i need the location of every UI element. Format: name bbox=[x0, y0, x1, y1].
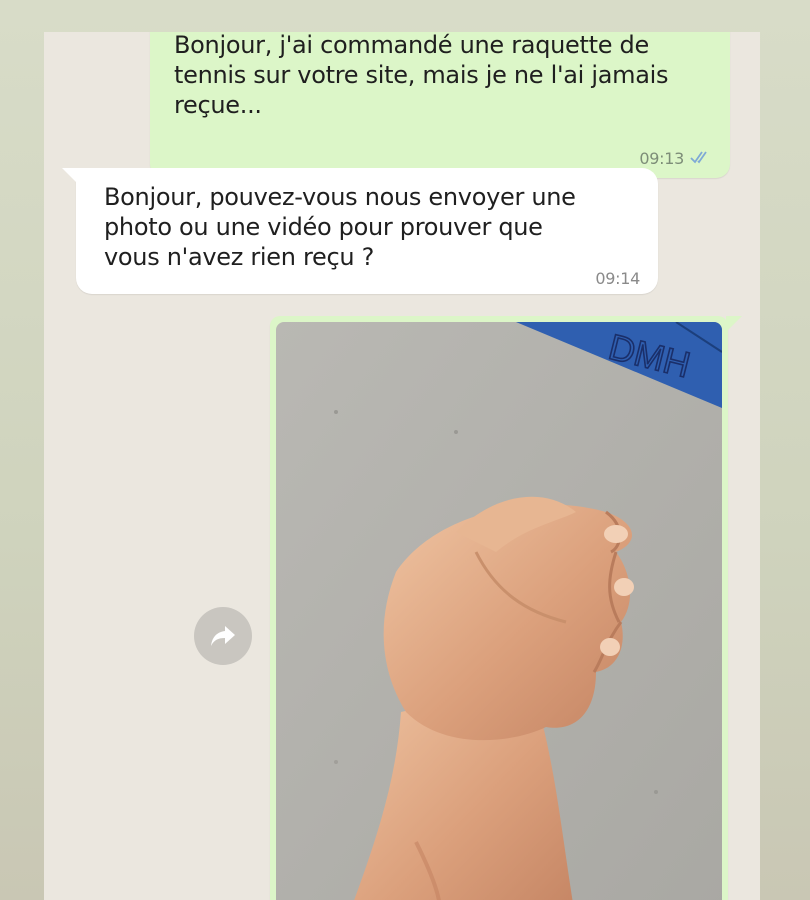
forward-button[interactable] bbox=[194, 607, 252, 665]
forward-icon bbox=[211, 626, 235, 646]
sent-message-text: Bonjour, j'ai commandé une raquette de t… bbox=[174, 32, 669, 119]
received-message-text: Bonjour, pouvez-vous nous envoyer une ph… bbox=[104, 183, 576, 271]
photo-message-bubble[interactable]: DMH bbox=[270, 316, 742, 900]
sent-message-bubble[interactable]: Bonjour, j'ai commandé une raquette de t… bbox=[150, 32, 730, 178]
received-message-bubble[interactable]: Bonjour, pouvez-vous nous envoyer une ph… bbox=[62, 168, 658, 294]
photo-attachment[interactable]: DMH bbox=[276, 322, 722, 900]
received-message-time: 09:14 bbox=[595, 269, 640, 288]
chat-window: Bonjour, j'ai commandé une raquette de t… bbox=[44, 32, 760, 900]
double-check-icon bbox=[690, 144, 712, 174]
